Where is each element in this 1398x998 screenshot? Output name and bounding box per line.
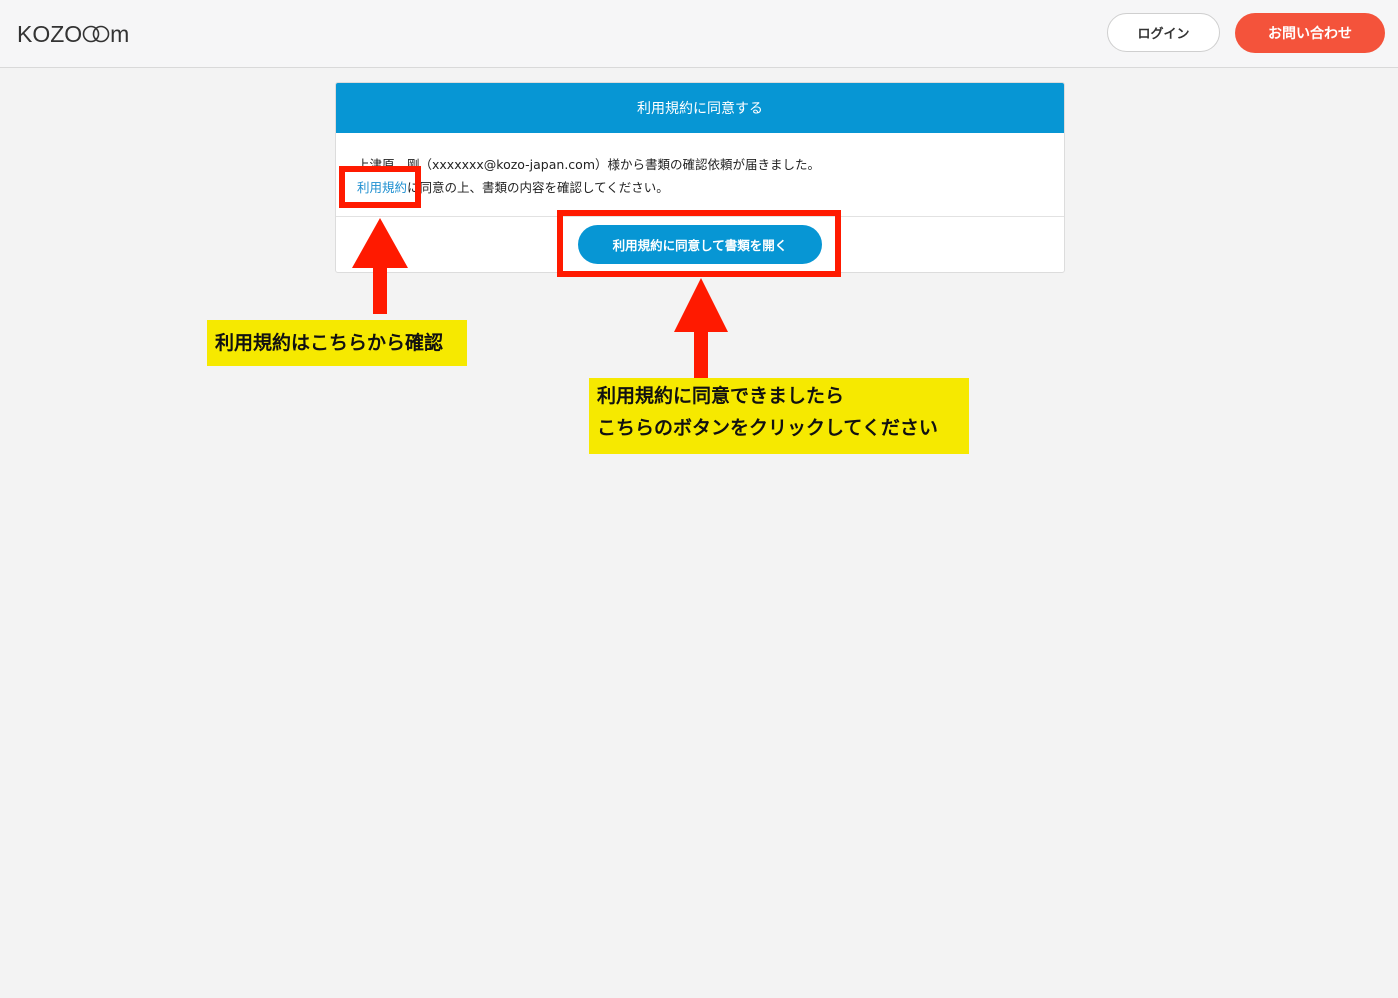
top-header: KOZO m ログイン お問い合わせ [0, 0, 1398, 68]
terms-message: 利用規約に同意の上、書類の内容を確認してください。 [357, 176, 820, 199]
terms-check-note: 利用規約はこちらから確認 [207, 320, 467, 366]
logo-text: KOZO [17, 21, 83, 47]
open-button-highlight [557, 210, 841, 277]
note-text-line2: こちらのボタンをクリックしてください [597, 417, 938, 439]
card-title: 利用規約に同意する [336, 83, 1064, 133]
logo-rings-icon [82, 24, 110, 44]
note-text-line1: 利用規約に同意できましたら [597, 385, 845, 407]
click-button-note: 利用規約に同意できましたら こちらのボタンをクリックしてください [589, 378, 969, 454]
note-text: 利用規約はこちらから確認 [215, 332, 444, 354]
kozocom-logo[interactable]: KOZO m [17, 21, 129, 47]
logo-suffix: m [110, 21, 130, 47]
terms-link-highlight [339, 166, 421, 208]
contact-button[interactable]: お問い合わせ [1235, 13, 1385, 53]
login-button[interactable]: ログイン [1107, 13, 1220, 52]
arrow-up-icon [352, 218, 408, 314]
card-message: 上津原 剛（xxxxxxx@kozo-japan.com）様から書類の確認依頼が… [357, 153, 820, 199]
arrow-up-icon [674, 278, 728, 378]
request-message: 上津原 剛（xxxxxxx@kozo-japan.com）様から書類の確認依頼が… [357, 157, 820, 172]
terms-message-rest: に同意の上、書類の内容を確認してください。 [407, 180, 669, 195]
